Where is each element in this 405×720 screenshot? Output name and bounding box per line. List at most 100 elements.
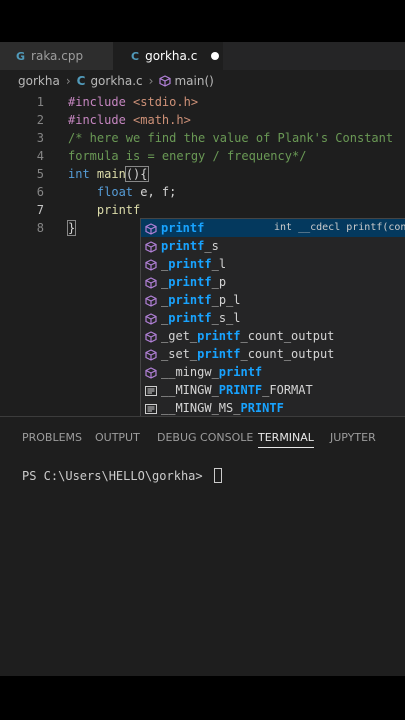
panel-tab-debug-console[interactable]: DEBUG CONSOLE <box>157 431 253 444</box>
panel-tab-output[interactable]: OUTPUT <box>95 431 140 444</box>
tab-bar: G raka.cpp C gorkha.c <box>0 42 405 70</box>
cpp-file-icon: G <box>16 49 26 63</box>
suggestion-item[interactable]: __MINGW_PRINTF_FORMAT <box>141 381 405 399</box>
code-text[interactable]: int main(){ <box>68 165 149 183</box>
code-text[interactable]: formula is = energy / frequency*/ <box>68 147 306 165</box>
code-text[interactable]: float e, f; <box>68 183 176 201</box>
method-cube-icon <box>145 240 157 253</box>
code-text[interactable]: printf <box>68 201 140 219</box>
method-cube-icon <box>145 312 157 325</box>
suggestion-widget[interactable]: printf int __cdecl printf(const printf_s _p… <box>140 218 405 434</box>
suggestion-match: printf <box>168 311 212 325</box>
code-line[interactable]: 6 float e, f; <box>0 183 405 201</box>
code-line[interactable]: 5 int main(){ <box>0 165 405 183</box>
suggestion-label: __MINGW_MS_PRINTF <box>161 399 284 417</box>
suggestion-label: _printf_p_l <box>161 291 241 309</box>
breadcrumb-file[interactable]: gorkha.c <box>90 74 142 88</box>
text-snippet-icon <box>145 384 157 396</box>
code-token: <math.h> <box>133 113 191 127</box>
function-cube-icon <box>159 75 172 87</box>
code-area[interactable]: 1 #include <stdio.h> 2 #include <math.h> 3 /*… <box>0 93 405 237</box>
line-number: 8 <box>36 221 44 235</box>
suggestion-match: printf <box>168 275 212 289</box>
suggestion-suffix: _l <box>211 257 227 271</box>
code-line[interactable]: 3 /* here we find the value of Plank's Co… <box>0 129 405 147</box>
breadcrumb: gorkha › C gorkha.c › main() <box>18 74 214 88</box>
breadcrumb-symbol[interactable]: main() <box>174 74 213 88</box>
code-token: formula is = energy / frequency*/ <box>68 149 307 163</box>
suggestion-detail: int __cdecl printf(const <box>274 222 405 233</box>
suggestion-match: printf <box>197 329 241 343</box>
suggestion-prefix: _set_ <box>161 347 198 361</box>
code-token: int <box>68 167 97 181</box>
suggestion-prefix: __mingw_ <box>161 365 219 379</box>
unsaved-dot-icon[interactable] <box>211 52 219 60</box>
code-token: #include <box>68 113 134 127</box>
panel-tab-problems[interactable]: PROBLEMS <box>22 431 82 444</box>
suggestion-item[interactable]: printf int __cdecl printf(const <box>141 219 405 237</box>
suggestion-prefix: __MINGW_MS_ <box>161 401 241 415</box>
code-line[interactable]: 7 printf <box>0 201 405 219</box>
code-token: <stdio.h> <box>133 95 199 109</box>
line-number: 6 <box>36 185 44 199</box>
suggestion-match: printf <box>218 365 263 379</box>
code-text[interactable]: } <box>66 219 77 237</box>
suggestion-prefix: _get_ <box>161 329 198 343</box>
panel-tabs: PROBLEMS OUTPUT DEBUG CONSOLE TERMINAL JUPYT… <box>0 427 405 451</box>
suggestion-label: _printf_p <box>161 273 226 291</box>
terminal-output[interactable]: PS C:\Users\HELLO\gorkha> <box>22 468 222 483</box>
method-cube-icon <box>145 294 157 307</box>
code-token: #include <box>68 95 134 109</box>
editor-window: G raka.cpp C gorkha.c gorkha › C gorkha.… <box>0 42 405 676</box>
suggestion-item[interactable]: __mingw_printf <box>141 363 405 381</box>
line-number: 2 <box>36 113 44 127</box>
suggestion-suffix: _s_l <box>211 311 241 325</box>
suggestion-suffix: _count_output <box>240 329 335 343</box>
suggestion-label: printf <box>161 219 204 237</box>
suggestion-match: PRINTF <box>218 383 263 397</box>
tab-raka-cpp[interactable]: G raka.cpp <box>0 42 113 70</box>
suggestion-suffix: _count_output <box>240 347 335 361</box>
code-token: } <box>66 220 77 236</box>
line-number: 5 <box>36 167 44 181</box>
code-token: e, f; <box>140 185 177 199</box>
panel-tab-terminal[interactable]: TERMINAL <box>258 431 314 448</box>
suggestion-item[interactable]: _printf_p_l <box>141 291 405 309</box>
code-token: float <box>68 185 141 199</box>
suggestion-match: printf <box>161 239 205 253</box>
suggestion-label: _printf_s_l <box>161 309 241 327</box>
c-file-icon: C <box>76 74 86 88</box>
code-text[interactable]: #include <math.h> <box>68 111 191 129</box>
suggestion-item[interactable]: _printf_s_l <box>141 309 405 327</box>
code-line[interactable]: 4 formula is = energy / frequency*/ <box>0 147 405 165</box>
suggestion-match: PRINTF <box>240 401 284 415</box>
suggestion-match: printf <box>168 293 212 307</box>
suggestion-label: __MINGW_PRINTF_FORMAT <box>161 381 313 399</box>
code-text[interactable]: #include <stdio.h> <box>68 93 198 111</box>
line-number: 4 <box>36 149 44 163</box>
suggestion-label: __mingw_printf <box>161 363 262 381</box>
suggestion-item[interactable]: printf_s <box>141 237 405 255</box>
tab-gorkha-c[interactable]: C gorkha.c <box>113 42 223 70</box>
suggestion-item[interactable]: _printf_p <box>141 273 405 291</box>
suggestion-label: _set_printf_count_output <box>161 345 334 363</box>
suggestion-suffix: _FORMAT <box>262 383 313 397</box>
code-line[interactable]: 2 #include <math.h> <box>0 111 405 129</box>
tab-label: gorkha.c <box>145 49 198 63</box>
suggestion-item[interactable]: __MINGW_MS_PRINTF <box>141 399 405 417</box>
breadcrumb-folder[interactable]: gorkha <box>18 74 60 88</box>
suggestion-label: _get_printf_count_output <box>161 327 334 345</box>
method-cube-icon <box>145 330 157 343</box>
panel-tab-jupyter[interactable]: JUPYTER <box>330 431 376 444</box>
suggestion-label: printf_s <box>161 237 219 255</box>
method-cube-icon <box>145 348 157 361</box>
line-number: 7 <box>36 203 44 217</box>
code-text[interactable]: /* here we find the value of Plank's Con… <box>68 129 393 147</box>
suggestion-item[interactable]: _printf_l <box>141 255 405 273</box>
code-line[interactable]: 1 #include <stdio.h> <box>0 93 405 111</box>
method-cube-icon <box>145 258 157 271</box>
suggestion-item[interactable]: _get_printf_count_output <box>141 327 405 345</box>
suggestion-item[interactable]: _set_printf_count_output <box>141 345 405 363</box>
code-token: (){ <box>124 166 149 182</box>
chevron-right-icon: › <box>148 74 154 88</box>
